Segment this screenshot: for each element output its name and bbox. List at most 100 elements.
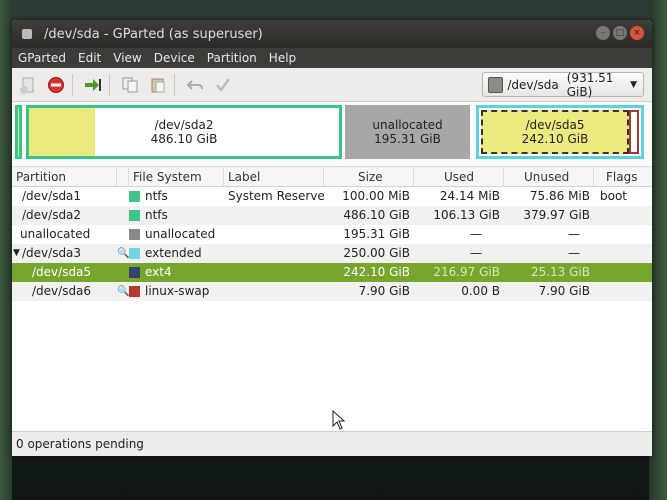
graph-sda5[interactable]: /dev/sda5 242.10 GiB (481, 110, 629, 154)
cell-flags (594, 206, 652, 225)
table-row[interactable]: /dev/sda1 ntfs System Reserved 100.00 Mi… (12, 187, 652, 206)
graph-sda2[interactable]: /dev/sda2 486.10 GiB (26, 105, 342, 159)
cell-flags (594, 225, 652, 244)
graph-sda6[interactable] (629, 110, 639, 154)
menu-edit[interactable]: Edit (72, 51, 107, 65)
paste-icon[interactable] (146, 73, 170, 97)
cell-partition: /dev/sda2 (22, 208, 82, 222)
cell-used: 0.00 B (461, 284, 500, 298)
col-key (117, 168, 129, 186)
cell-label (224, 282, 324, 301)
menu-gparted[interactable]: GParted (12, 51, 72, 65)
graph-sda2-size: 486.10 GiB (150, 132, 218, 146)
table-row[interactable]: /dev/sda6 🔍 linux-swap 7.90 GiB 0.00 B 7… (12, 282, 652, 301)
graph-sda1[interactable] (15, 105, 22, 159)
cell-flags (594, 244, 652, 263)
cell-used: 216.97 GiB (433, 265, 500, 279)
graph-used-fill (29, 108, 95, 156)
cell-filesystem: extended (129, 244, 224, 263)
menu-device[interactable]: Device (148, 51, 201, 65)
device-selector[interactable]: /dev/sda (931.51 GiB) ▼ (482, 70, 644, 99)
graph-sda5-size: 242.10 GiB (521, 132, 589, 146)
cell-unused: 25.13 GiB (530, 265, 590, 279)
window-controls: – □ × (596, 26, 644, 40)
toolbar-separator (174, 73, 175, 96)
col-label[interactable]: Label (224, 168, 324, 186)
cell-label (224, 244, 324, 263)
graph-sda3-extended[interactable]: /dev/sda5 242.10 GiB (476, 105, 644, 159)
cell-filesystem: unallocated (129, 225, 224, 244)
gparted-window: /dev/sda - GParted (as superuser) – □ × … (12, 20, 652, 456)
cell-filesystem: ext4 (129, 263, 224, 282)
fs-color-swatch (129, 248, 140, 259)
graph-unallocated[interactable]: unallocated 195.31 GiB (345, 105, 470, 159)
device-size: (931.51 GiB) (566, 70, 614, 99)
cell-key (117, 206, 129, 225)
mouse-cursor-icon (332, 410, 346, 430)
menu-help[interactable]: Help (263, 51, 302, 65)
device-name: /dev/sda (507, 77, 559, 92)
apply-icon[interactable] (211, 73, 235, 97)
col-used[interactable]: Used (414, 168, 504, 186)
expander-icon[interactable]: ▼ (13, 244, 20, 263)
cell-size: 195.31 GiB (343, 227, 410, 241)
col-unused[interactable]: Unused (504, 168, 594, 186)
resize-move-icon[interactable] (81, 73, 105, 97)
close-icon[interactable]: × (630, 26, 644, 40)
cell-key (117, 187, 129, 206)
fs-name: extended (145, 246, 202, 260)
fs-name: ntfs (145, 208, 168, 222)
cell-unused: 379.97 GiB (523, 208, 590, 222)
table-row[interactable]: ▼/dev/sda3 🔍 extended 250.00 GiB — — (12, 244, 652, 263)
new-partition-icon[interactable] (16, 73, 40, 97)
cell-partition: /dev/sda5 (32, 265, 92, 279)
col-partition[interactable]: Partition (12, 168, 117, 186)
undo-icon[interactable] (183, 73, 207, 97)
menu-bar: GParted Edit View Device Partition Help (12, 48, 652, 68)
graph-unallocated-name: unallocated (372, 118, 443, 132)
maximize-icon[interactable]: □ (613, 26, 627, 40)
cell-label: System Reserved (228, 189, 324, 203)
cell-label (224, 225, 324, 244)
window-title: /dev/sda - GParted (as superuser) (44, 26, 263, 42)
cell-unused: 75.86 MiB (529, 189, 590, 203)
col-flags[interactable]: Flags (594, 168, 652, 186)
fs-name: linux-swap (145, 284, 210, 298)
status-text: 0 operations pending (16, 437, 144, 451)
cell-size: 250.00 GiB (343, 246, 410, 260)
minimize-icon[interactable]: – (596, 26, 610, 40)
cell-used: — (470, 246, 482, 260)
cell-size: 100.00 MiB (342, 189, 410, 203)
cell-key (117, 225, 129, 244)
partition-graph: /dev/sda2 486.10 GiB unallocated 195.31 … (12, 102, 652, 167)
cell-filesystem: ntfs (129, 206, 224, 225)
graph-sda5-name: /dev/sda5 (525, 118, 585, 132)
fs-name: ext4 (145, 265, 172, 279)
delete-partition-icon[interactable] (44, 73, 68, 97)
toolbar-separator (72, 73, 73, 96)
partition-table: Partition File System Label Size Used Un… (12, 168, 652, 431)
menu-partition[interactable]: Partition (201, 51, 263, 65)
fs-name: unallocated (145, 227, 216, 241)
cell-flags: boot (600, 189, 628, 203)
status-bar: 0 operations pending (12, 431, 652, 456)
cell-partition: ▼/dev/sda3 (12, 244, 117, 263)
table-row-selected[interactable]: /dev/sda5 ext4 242.10 GiB 216.97 GiB 25.… (12, 263, 652, 282)
partition-name: /dev/sda3 (22, 246, 82, 260)
cell-filesystem: linux-swap (129, 282, 224, 301)
table-row[interactable]: /dev/sda2 ntfs 486.10 GiB 106.13 GiB 379… (12, 206, 652, 225)
col-filesystem[interactable]: File System (129, 168, 224, 186)
cell-used: 24.14 MiB (439, 189, 500, 203)
desktop-edge-left (0, 0, 12, 500)
table-row[interactable]: unallocated unallocated 195.31 GiB — — (12, 225, 652, 244)
window-menu-icon[interactable] (22, 29, 32, 39)
key-icon: 🔍 (117, 248, 129, 259)
key-icon: 🔍 (117, 286, 129, 297)
menu-view[interactable]: View (107, 51, 147, 65)
graph-unallocated-size: 195.31 GiB (374, 132, 441, 146)
col-size[interactable]: Size (324, 168, 414, 186)
copy-icon[interactable] (118, 73, 142, 97)
title-bar[interactable]: /dev/sda - GParted (as superuser) – □ × (12, 20, 652, 48)
cell-unused: — (568, 246, 580, 260)
harddisk-icon (488, 76, 504, 93)
